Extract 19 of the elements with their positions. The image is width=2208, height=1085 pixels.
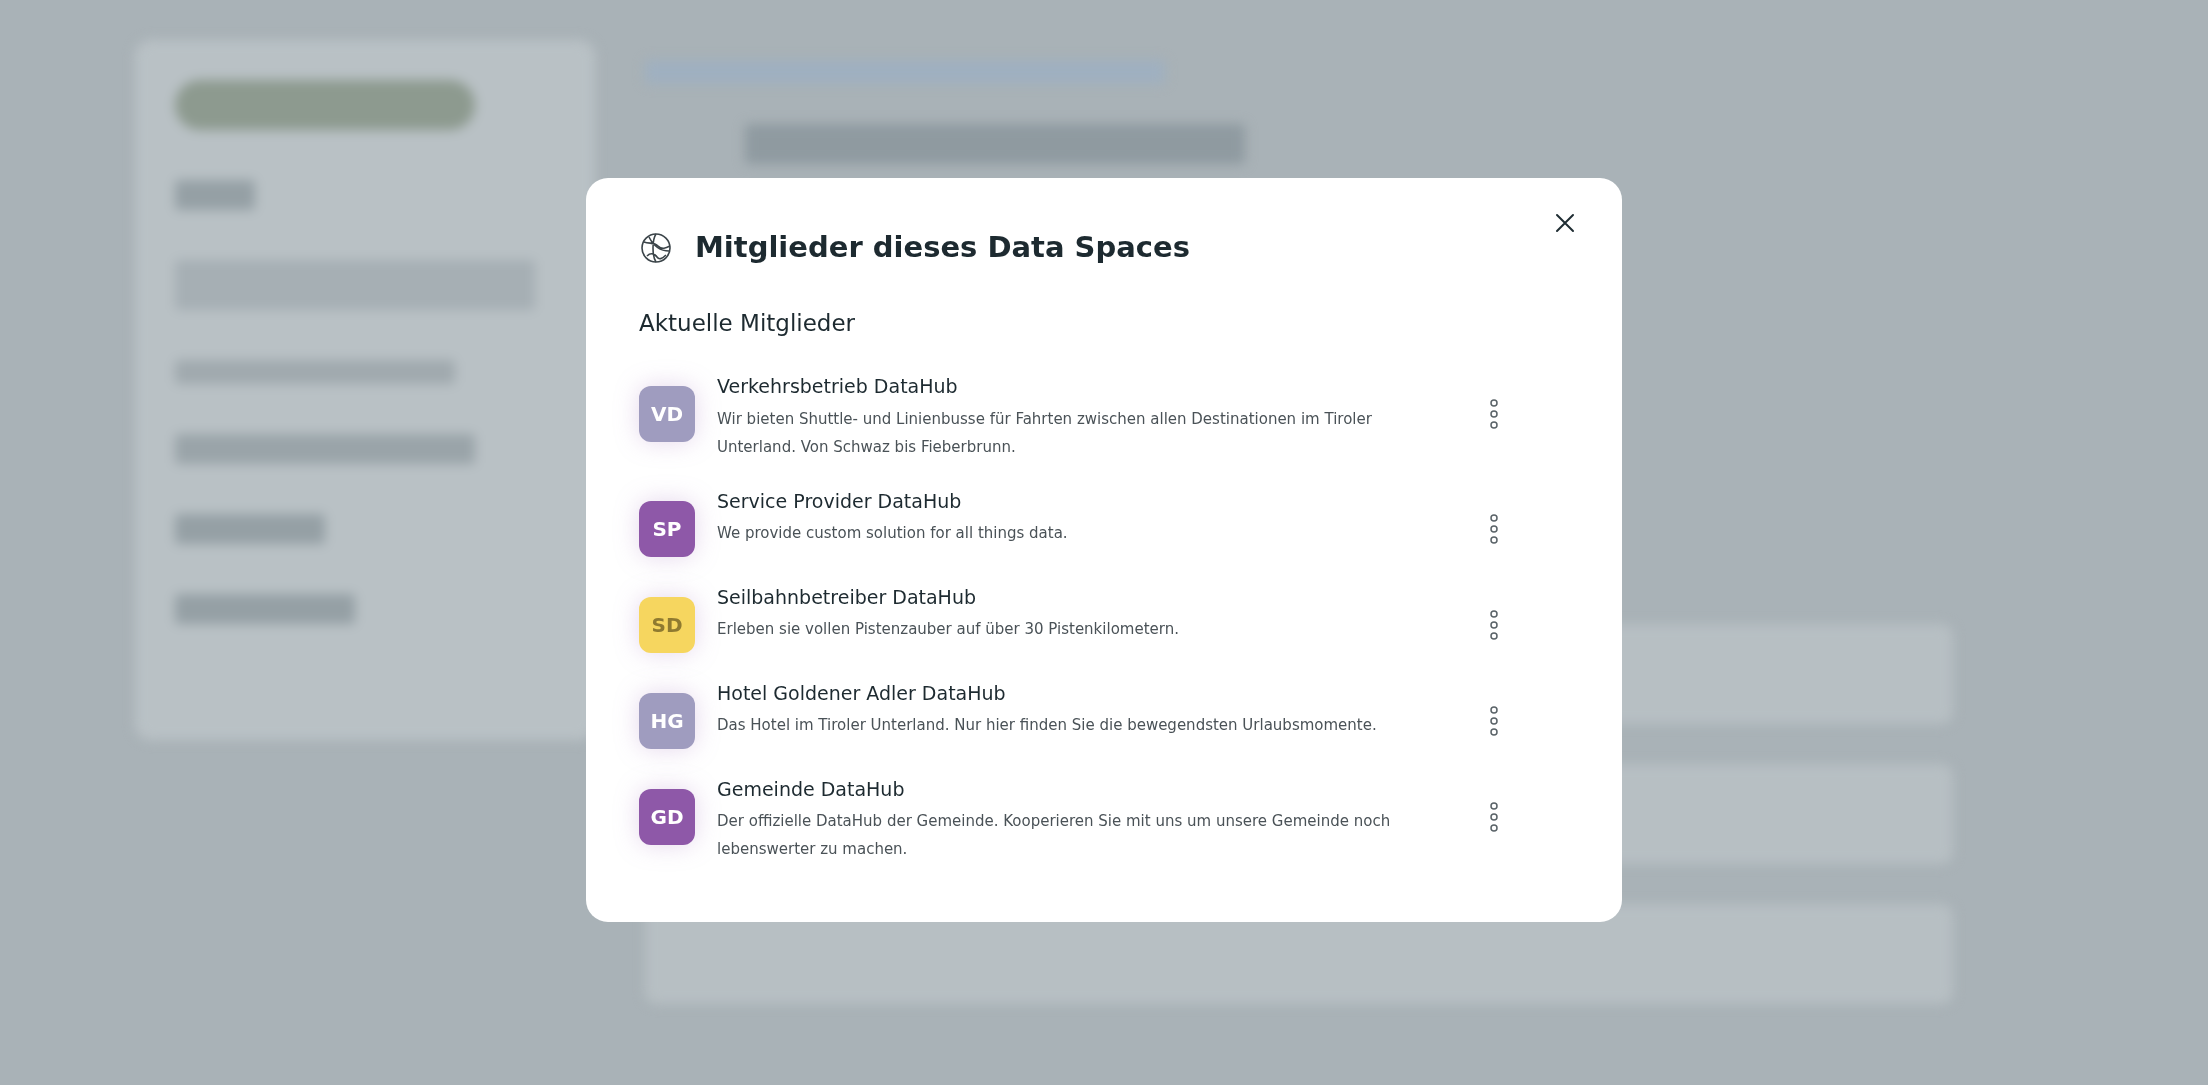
member-avatar: GD [639,788,695,845]
member-description: We provide custom solution for all things data. [717,523,1069,544]
dialog-title: Mitglieder dieses Data Spaces [695,229,1190,266]
member-description: Das Hotel im Tiroler Unterland. Nur hier finden Sie die bewegendsten Urlaubsmomente. [717,715,1378,736]
member-avatar: HG [639,692,695,749]
member-name: Service Provider DataHub [717,488,963,514]
member-description: Erleben sie vollen Pistenzauber auf über 30 Pistenkilometern. [717,619,1180,640]
member-avatar: VD [639,386,695,442]
member-avatar: SD [639,596,695,653]
globe-icon [639,230,673,265]
member-name: Gemeinde DataHub [717,776,906,802]
member-description: Der offizielle DataHub der Gemeinde. Kooperieren Sie mit uns um unsere Gemeinde noch lebenswerter zu machen. [717,811,1392,860]
member-description: Wir bieten Shuttle- und Linienbusse für Fahrten zwischen allen Destinationen im Tiroler Unterland. Von Schwaz bis Fieberbrunn. [717,408,1373,458]
section-title: Aktuelle Mitglieder [639,308,857,338]
member-name: Seilbahnbetreiber DataHub [717,584,977,610]
member-avatar: SP [639,500,695,557]
member-name: Hotel Goldener Adler DataHub [717,680,1007,706]
more-options-icon[interactable] [1487,396,1501,432]
member-name: Verkehrsbetrieb DataHub [717,374,959,399]
